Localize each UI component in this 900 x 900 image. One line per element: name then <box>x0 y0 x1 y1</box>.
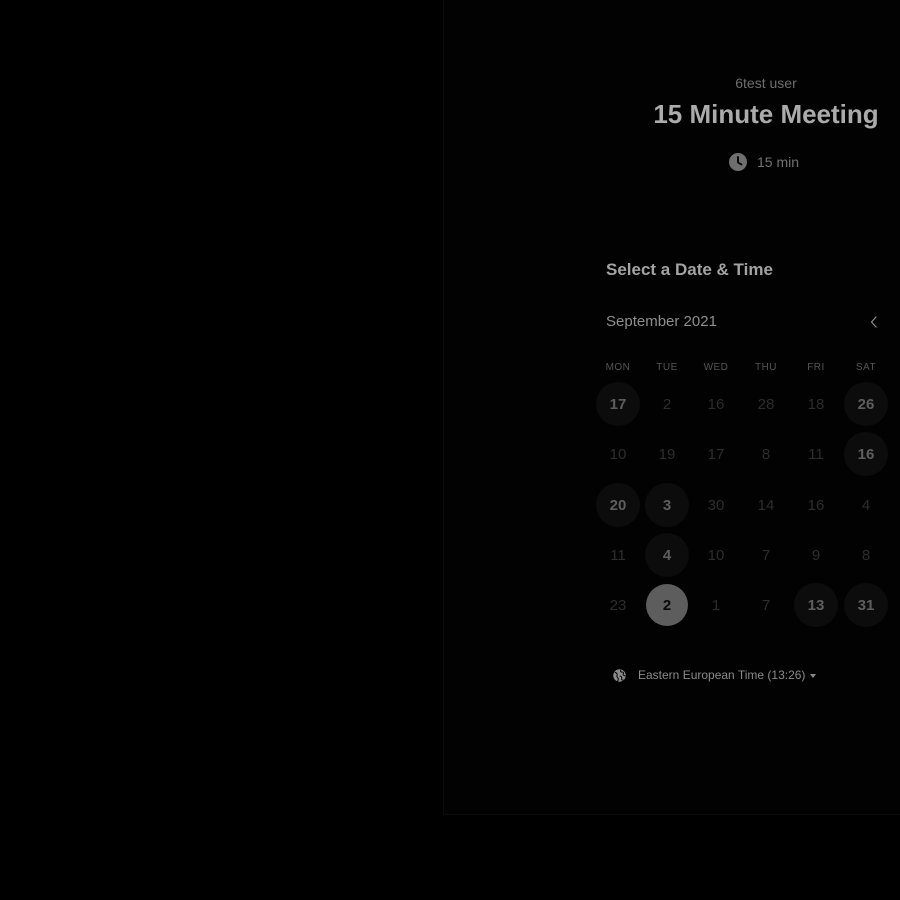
weekday-fri: FRI <box>807 362 825 373</box>
calendar-day-available[interactable]: 31 <box>844 583 888 627</box>
calendar-day: 1 <box>711 596 721 614</box>
globe-icon <box>612 668 627 683</box>
weekday-wed: WED <box>703 362 729 373</box>
calendar-day: 18 <box>807 395 825 413</box>
calendar-day: 7 <box>761 596 771 614</box>
event-duration: 15 min <box>729 152 799 172</box>
calendar-day-available[interactable]: 13 <box>794 583 838 627</box>
clock-icon <box>729 153 747 171</box>
calendar-day: 19 <box>658 445 676 463</box>
weekday-mon: MON <box>605 362 631 373</box>
timezone-selector[interactable]: Eastern European Time (13:26) <box>612 666 817 684</box>
calendar-day: 23 <box>609 596 627 614</box>
calendar-day-selected[interactable]: 2 <box>646 584 688 626</box>
chevron-left-icon <box>870 316 877 328</box>
timezone-label: Eastern European Time (13:26) <box>638 668 806 682</box>
calendar-day: 11 <box>808 445 824 463</box>
caret-down-icon <box>810 673 817 678</box>
calendar-day: 2 <box>662 395 672 413</box>
calendar-day: 16 <box>807 496 825 514</box>
calendar-day: 30 <box>707 496 725 514</box>
duration-label: 15 min <box>757 154 800 170</box>
prev-month-button[interactable] <box>864 312 884 332</box>
month-label: September 2021 <box>606 313 717 330</box>
weekday-header: MON TUE WED THU FRI SAT <box>0 362 900 376</box>
calendar-day: 16 <box>707 395 725 413</box>
calendar-day-available[interactable]: 20 <box>596 483 640 527</box>
calendar-day-available[interactable]: 16 <box>844 432 888 476</box>
calendar-day: 10 <box>707 546 725 564</box>
organizer-name: 6test user <box>735 75 797 91</box>
booking-page: 6test user 15 Minute Meeting 15 min Sele… <box>0 0 900 900</box>
select-date-heading: Select a Date & Time <box>606 260 773 279</box>
calendar-day: 17 <box>707 445 725 463</box>
calendar-day-available[interactable]: 26 <box>844 382 888 426</box>
calendar-day: 14 <box>757 496 775 514</box>
event-title: 15 Minute Meeting <box>653 99 879 129</box>
calendar-day-available[interactable]: 17 <box>596 382 640 426</box>
weekday-tue: TUE <box>656 362 678 373</box>
calendar-day: 8 <box>761 445 771 463</box>
calendar-grid: 17 2 16 28 18 26 10 19 17 8 11 16 20 3 30 14 16 4 11 4 10 7 9 8… <box>0 379 900 639</box>
weekday-sat: SAT <box>855 362 877 373</box>
calendar-day-available[interactable]: 4 <box>645 533 689 577</box>
calendar-day-available[interactable]: 3 <box>645 483 689 527</box>
calendar-day: 8 <box>861 546 871 564</box>
calendar-day: 10 <box>609 445 627 463</box>
calendar-day: 28 <box>757 395 775 413</box>
calendar-day: 9 <box>811 546 821 564</box>
calendar-day: 4 <box>861 496 871 514</box>
weekday-thu: THU <box>754 362 778 373</box>
calendar-day: 11 <box>610 546 626 564</box>
calendar-day: 7 <box>761 546 771 564</box>
